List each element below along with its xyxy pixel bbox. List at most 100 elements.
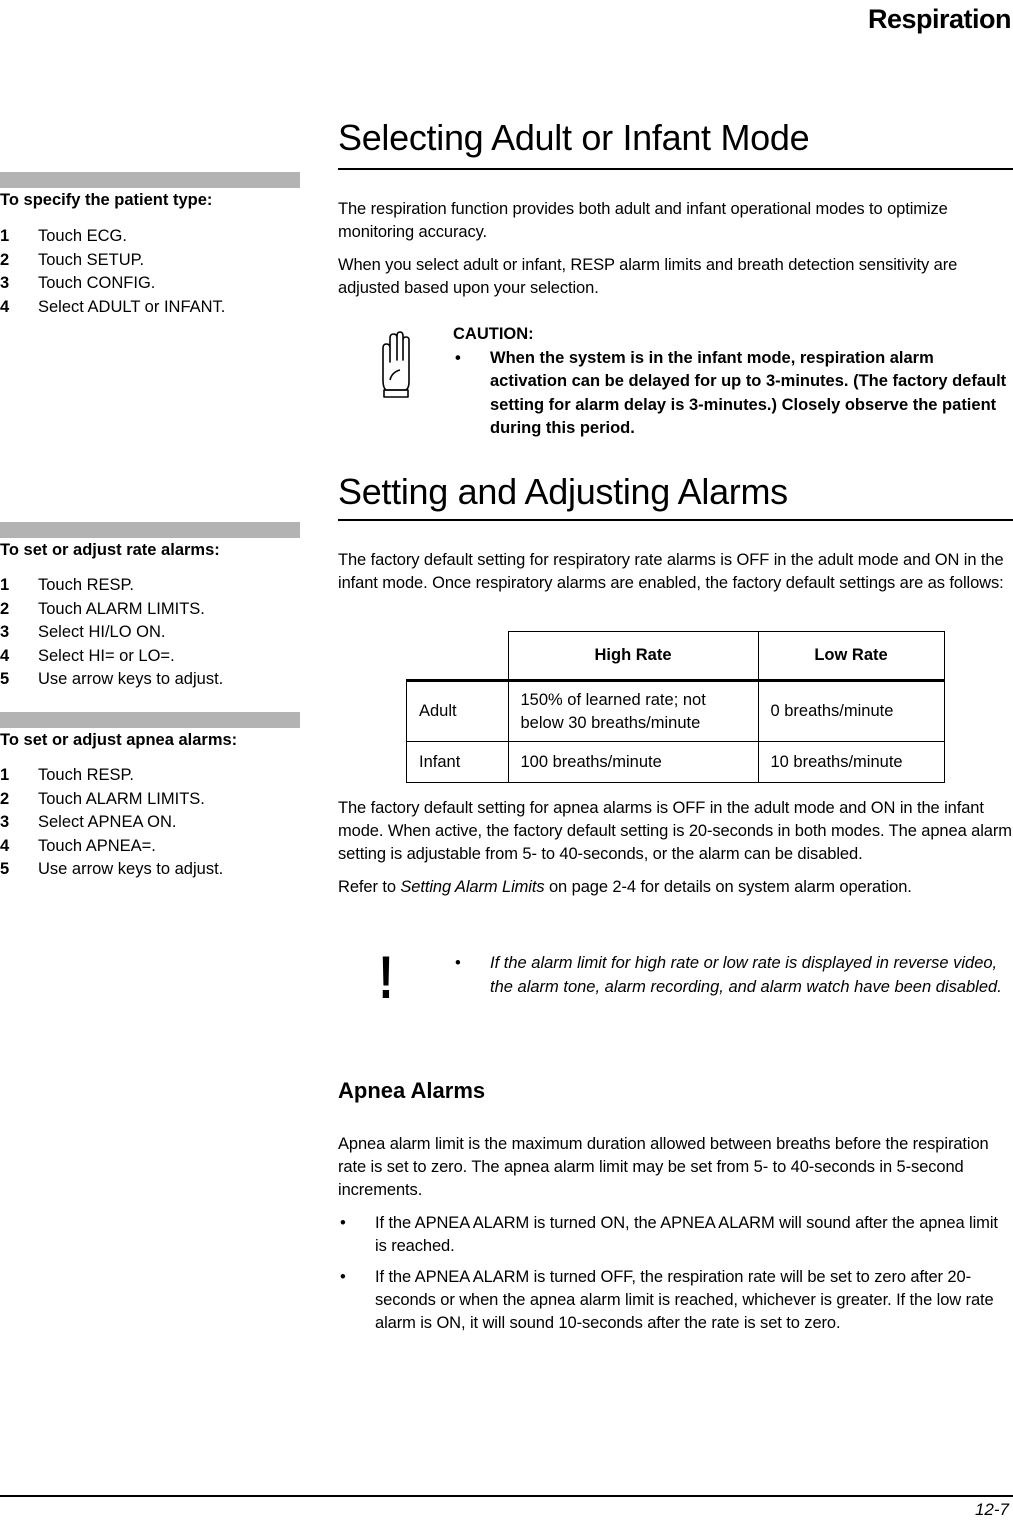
bullet: • <box>455 348 461 367</box>
section-body: The factory default setting for apnea al… <box>338 797 1013 899</box>
step-number: 5 <box>0 670 10 688</box>
step-text: Select ADULT or INFANT. <box>38 297 226 316</box>
bullet-item: • If the APNEA ALARM is turned ON, the A… <box>338 1212 1013 1258</box>
bullet-text: If the APNEA ALARM is turned ON, the APN… <box>375 1214 998 1255</box>
bullet: • <box>340 1214 346 1232</box>
procedure-step: 4 Select HI= or LO=. <box>0 645 223 669</box>
exclamation-icon: ! <box>378 944 394 1011</box>
table-cell: Infant <box>406 741 509 783</box>
caution-label: CAUTION: <box>453 325 534 343</box>
note-item: • If the alarm limit for high rate or lo… <box>453 952 1013 999</box>
step-text: Touch ALARM LIMITS. <box>38 789 205 808</box>
paragraph: The factory default setting for respirat… <box>338 551 1004 592</box>
table-cell: Adult <box>406 680 509 742</box>
table-header-cell <box>406 631 509 682</box>
step-number: 4 <box>0 836 10 855</box>
paragraph: The factory default setting for apnea al… <box>338 799 1012 863</box>
procedure-title: To set or adjust apnea alarms: <box>0 731 238 749</box>
table-row: Adult 150% of learned rate; not below 30… <box>406 680 945 742</box>
caution-box: CAUTION: • When the system is in the inf… <box>453 323 1013 441</box>
section-body: The respiration function provides both a… <box>338 198 1013 300</box>
caution-text: When the system is in the infant mode, r… <box>490 348 1007 438</box>
step-text: Touch ALARM LIMITS. <box>38 599 205 618</box>
step-number: 2 <box>0 250 10 269</box>
bullet: • <box>455 954 461 972</box>
step-number: 2 <box>0 789 10 808</box>
heading-rule <box>338 519 1013 521</box>
refer-prefix: Refer to <box>338 878 401 896</box>
cross-reference-link[interactable]: Setting Alarm Limits <box>400 878 544 896</box>
procedure-step: 2 Touch ALARM LIMITS. <box>0 598 223 622</box>
step-number: 1 <box>0 576 10 594</box>
step-text: Touch ECG. <box>38 227 127 245</box>
note-text: If the alarm limit for high rate or low … <box>490 954 1002 996</box>
refer-suffix: on page 2-4 for details on system alarm … <box>544 878 912 896</box>
step-number: 3 <box>0 813 10 831</box>
section-heading: Setting and Adjusting Alarms <box>338 471 788 512</box>
sidebar-shade-bar <box>0 172 300 188</box>
caution-hand-icon <box>382 331 410 398</box>
step-number: 3 <box>0 274 10 292</box>
procedure-step: 3 Touch CONFIG. <box>0 272 225 296</box>
subsection-heading: Apnea Alarms <box>338 1078 486 1103</box>
procedure-step: 1 Touch ECG. <box>0 225 225 249</box>
section-body: Apnea alarm limit is the maximum duratio… <box>338 1133 1013 1335</box>
paragraph: Apnea alarm limit is the maximum duratio… <box>338 1135 989 1199</box>
procedure-step: 3 Select HI/LO ON. <box>0 621 223 645</box>
bullet-item: • If the APNEA ALARM is turned OFF, the … <box>338 1266 1013 1335</box>
step-number: 5 <box>0 860 10 878</box>
bullet: • <box>340 1268 346 1286</box>
step-text: Select HI= or LO=. <box>38 646 175 665</box>
procedure-step: 4 Touch APNEA=. <box>0 835 223 859</box>
procedure-steps: 1 Touch RESP. 2 Touch ALARM LIMITS. 3 Selec… <box>0 764 223 882</box>
procedure-step: 2 Touch SETUP. <box>0 249 225 273</box>
bullet-text: If the APNEA ALARM is turned OFF, the re… <box>375 1268 994 1332</box>
procedure-title: To specify the patient type: <box>0 191 213 209</box>
table-cell: 0 breaths/minute <box>757 680 945 742</box>
running-header-title: Respiration <box>867 4 1012 34</box>
note-box: • If the alarm limit for high rate or lo… <box>453 952 1013 999</box>
paragraph: The respiration function provides both a… <box>338 200 948 241</box>
procedure-steps: 1 Touch ECG. 2 Touch SETUP. 3 Touch CONFIG.… <box>0 225 225 319</box>
footer-rule <box>0 1495 1013 1497</box>
procedure-title: To set or adjust rate alarms: <box>0 541 220 559</box>
procedure-step: 5 Use arrow keys to adjust. <box>0 858 223 882</box>
page-number: 12-7 <box>974 1500 1009 1519</box>
section-heading: Selecting Adult or Infant Mode <box>338 117 810 158</box>
step-text: Use arrow keys to adjust. <box>38 860 224 878</box>
step-text: Touch RESP. <box>38 576 135 594</box>
table-cell: 150% of learned rate; not below 30 breat… <box>507 680 759 742</box>
paragraph: Refer to Setting Alarm Limits on page 2-… <box>338 876 1013 899</box>
step-text: Select APNEA ON. <box>38 813 177 831</box>
step-number: 4 <box>0 646 10 665</box>
sidebar-shade-bar <box>0 522 300 538</box>
table-cell: 100 breaths/minute <box>507 741 759 783</box>
table-row: Infant 100 breaths/minute 10 breaths/min… <box>406 741 945 783</box>
alarm-defaults-table: High Rate Low Rate Adult 150% of learned… <box>406 631 945 783</box>
procedure-step: 2 Touch ALARM LIMITS. <box>0 788 223 812</box>
paragraph: When you select adult or infant, RESP al… <box>338 256 958 297</box>
table-header-cell: Low Rate <box>757 631 945 682</box>
procedure-step: 5 Use arrow keys to adjust. <box>0 668 223 692</box>
section-body: The factory default setting for respirat… <box>338 549 1013 595</box>
step-text: Use arrow keys to adjust. <box>38 670 224 688</box>
step-text: Touch CONFIG. <box>38 274 156 292</box>
table-header-row: High Rate Low Rate <box>406 631 945 682</box>
table-header-cell: High Rate <box>507 631 759 682</box>
step-number: 1 <box>0 766 10 784</box>
step-number: 3 <box>0 623 10 641</box>
heading-rule <box>338 168 1013 170</box>
step-number: 2 <box>0 599 10 618</box>
procedure-steps: 1 Touch RESP. 2 Touch ALARM LIMITS. 3 Selec… <box>0 574 223 692</box>
procedure-step: 1 Touch RESP. <box>0 764 223 788</box>
step-text: Touch APNEA=. <box>38 836 156 855</box>
sidebar-shade-bar <box>0 712 300 728</box>
procedure-step: 1 Touch RESP. <box>0 574 223 598</box>
procedure-step: 4 Select ADULT or INFANT. <box>0 296 225 320</box>
procedure-step: 3 Select APNEA ON. <box>0 811 223 835</box>
table-cell: 10 breaths/minute <box>757 741 945 783</box>
step-text: Select HI/LO ON. <box>38 623 166 641</box>
step-number: 4 <box>0 297 10 316</box>
step-text: Touch RESP. <box>38 766 135 784</box>
caution-item: • When the system is in the infant mode,… <box>453 347 1013 441</box>
